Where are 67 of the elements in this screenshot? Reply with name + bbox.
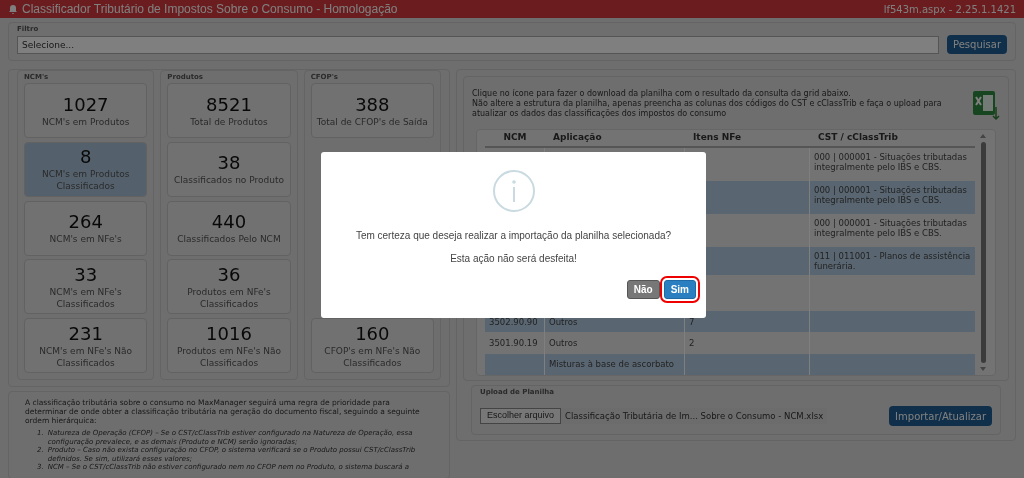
stat-card[interactable]: 231 NCM's em NFe's Não Classificados: [24, 318, 148, 373]
table-cell: 3502.90.90: [489, 316, 538, 327]
stat-value: 440: [211, 211, 247, 233]
stat-value: 8: [79, 146, 92, 169]
stat-value: 8521: [206, 93, 252, 116]
table-cell: 7: [689, 316, 695, 327]
stat-value: 33: [74, 263, 98, 286]
stat-card[interactable]: 160 CFOP's em NFe's Não Classificados: [310, 318, 434, 373]
stat-card[interactable]: 8521 Total de Produtos: [167, 83, 291, 138]
stat-card[interactable]: 36 Produtos em NFe's Classificados: [167, 259, 291, 315]
stat-card[interactable]: 440 Classificados Pelo NCM: [167, 200, 291, 256]
stat-card[interactable]: 1027 NCM's em Produtos: [24, 83, 148, 138]
column-header[interactable]: NCM: [485, 131, 545, 145]
stat-label: Classificados no Produto: [174, 174, 284, 187]
file-name: Classificação Tributária de Im... Sobre o Consumo - NCM.xlsx: [565, 409, 825, 423]
stat-label: Produtos em NFe's Não Classificados: [175, 344, 283, 369]
stat-value: 160: [355, 322, 390, 345]
stat-card[interactable]: 33 NCM's em NFe's Classificados: [24, 259, 148, 315]
info-text: Clique no ícone para fazer o download da planilha com o resultado da consulta da grid abaixo.: [472, 89, 852, 98]
stat-value: 36: [217, 263, 241, 286]
stat-card[interactable]: 388 Total de CFOP's de Saída: [310, 83, 434, 138]
stat-label: CFOP's em NFe's Não Classificados: [323, 344, 422, 369]
stat-card[interactable]: 264 NCM's em NFe's: [24, 200, 148, 256]
column-header[interactable]: Aplicação: [545, 131, 685, 145]
stat-label: NCM's em NFe's Classificados: [48, 285, 123, 310]
table-cell: 000 | 000001 - Situações tributadas integralmente pelo IBS e CBS.: [814, 152, 967, 173]
stat-label: NCM's em NFe's Não Classificados: [38, 344, 133, 369]
column-header[interactable]: CST / cClassTrib: [810, 131, 975, 145]
stat-value: 231: [68, 322, 103, 345]
table-cell: Misturas à base de ascorbato: [549, 359, 675, 370]
table-cell: Outros: [549, 337, 578, 348]
stat-card[interactable]: 38 Classificados no Produto: [167, 141, 291, 197]
stat-value: 1016: [206, 322, 252, 345]
column-header[interactable]: Itens NFe: [685, 131, 810, 145]
table-cell: 000 | 000001 - Situações tributadas integralmente pelo IBS e CBS.: [814, 185, 967, 206]
cancel-button[interactable]: Não: [626, 280, 660, 299]
scrollbar[interactable]: [979, 134, 987, 371]
stat-label: NCM's em NFe's: [49, 233, 122, 245]
info-icon: [491, 169, 536, 213]
dialog-note: Esta ação não será desfeita!: [450, 252, 577, 266]
dialog-message: Tem certeza que deseja realizar a importação da planilha selecionada?: [355, 229, 672, 243]
search-button[interactable]: Pesquisar: [947, 35, 1007, 54]
info-text: Não altere a estrutura da planilha, apenas preencha as colunas dos códigos do CST e cClassTrib e faça o upload para atualizar os dados das classificações dos impostos do consumo: [472, 99, 943, 119]
stat-label: Classificados Pelo NCM: [177, 233, 281, 245]
stat-card[interactable]: 8 NCM's em Produtos Classificados: [24, 141, 148, 197]
page-title: Classificador Tributário de Impostos Sobre o Consumo - Homologação: [22, 1, 398, 18]
bell-icon: [8, 4, 18, 14]
spreadsheet-download-icon[interactable]: [972, 89, 1000, 121]
stat-value: 38: [217, 152, 241, 175]
filter-select[interactable]: Selecione...: [17, 35, 940, 54]
choose-file-button[interactable]: Escolher arquivo: [480, 408, 562, 424]
stat-label: Total de CFOP's de Saída: [316, 115, 428, 128]
table-cell: 3501.90.19: [489, 337, 538, 348]
table-cell: Outros: [549, 316, 578, 327]
table-cell: 2: [689, 337, 695, 348]
stat-label: Total de Produtos: [190, 115, 268, 128]
stat-label: NCM's em Produtos Classificados: [40, 168, 131, 193]
table-cell: 000 | 000001 - Situações tributadas integralmente pelo IBS e CBS.: [814, 218, 967, 239]
import-button[interactable]: Importar/Atualizar: [889, 406, 992, 426]
stat-label: NCM's em Produtos: [41, 115, 130, 128]
stat-value: 1027: [62, 93, 109, 116]
version-text: lf543m.aspx - 2.25.1.1421: [883, 2, 1016, 17]
table-cell: 011 | 011001 - Planos de assistência funerária.: [814, 251, 971, 272]
stat-value: 388: [355, 93, 390, 116]
stat-value: 264: [68, 211, 103, 233]
stat-card[interactable]: 1016 Produtos em NFe's Não Classificados: [167, 318, 291, 373]
stat-label: Produtos em NFe's Classificados: [186, 285, 272, 310]
